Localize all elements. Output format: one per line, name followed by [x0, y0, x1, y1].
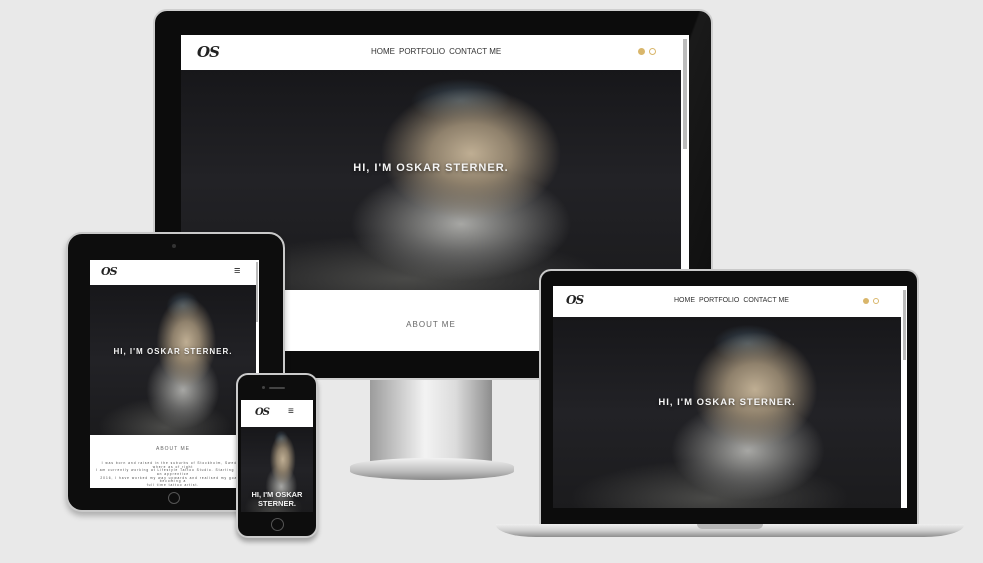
phone-screen: OS ≡ HI, I'M OSKAR STERNER.: [241, 400, 313, 512]
nav-contact-link[interactable]: CONTACT ME: [743, 297, 789, 304]
monitor-base: [350, 458, 514, 480]
tablet-scrollbar[interactable]: [256, 262, 258, 322]
hero-title: HI, I'M OSKAR STERNER.: [658, 397, 796, 408]
hero-image: HI, I'M OSKAR STERNER.: [90, 285, 256, 435]
nav-portfolio-link[interactable]: PORTFOLIO: [699, 297, 739, 304]
hero-title: HI, I'M OSKAR STERNER.: [353, 162, 509, 174]
instagram-icon[interactable]: [873, 298, 879, 304]
tablet-navbar: OS ≡: [90, 260, 256, 285]
site-logo[interactable]: OS: [255, 407, 270, 418]
hero-image: HI, I'M OSKAR STERNER.: [241, 427, 313, 512]
laptop-navbar: OS HOME PORTFOLIO CONTACT ME: [553, 286, 901, 317]
about-section: ABOUT ME I was born and raised in the su…: [90, 435, 256, 488]
facebook-icon[interactable]: [638, 48, 645, 55]
nav-contact-link[interactable]: CONTACT ME: [449, 47, 501, 56]
site-logo[interactable]: OS: [566, 293, 584, 307]
hero-image: HI, I'M OSKAR STERNER.: [553, 317, 901, 508]
laptop-notch: [697, 524, 763, 529]
phone-speaker: [269, 387, 285, 389]
site-logo[interactable]: OS: [101, 265, 118, 278]
nav-home-link[interactable]: HOME: [371, 47, 395, 56]
hero-title: HI, I'M OSKAR STERNER.: [251, 490, 303, 508]
tablet-camera: [172, 244, 176, 248]
about-text: I was born and raised in the suburbs of …: [95, 461, 251, 488]
site-logo[interactable]: OS: [197, 43, 220, 61]
facebook-icon[interactable]: [863, 298, 869, 304]
tablet-home-button[interactable]: [168, 492, 180, 504]
monitor-stand: [370, 380, 492, 462]
nav-portfolio-link[interactable]: PORTFOLIO: [399, 47, 445, 56]
phone-camera: [262, 386, 265, 389]
laptop-screen: OS HOME PORTFOLIO CONTACT ME HI, I'M OSK…: [553, 286, 907, 508]
tablet-screen: OS ≡ HI, I'M OSKAR STERNER. ABOUT ME I w…: [90, 260, 259, 488]
phone-home-button[interactable]: [271, 518, 284, 531]
laptop-scrollbar[interactable]: [903, 290, 906, 360]
nav-home-link[interactable]: HOME: [674, 297, 695, 304]
hamburger-menu-icon[interactable]: ≡: [234, 265, 240, 277]
about-heading: ABOUT ME: [155, 446, 191, 452]
phone-navbar: OS ≡: [241, 400, 313, 427]
hamburger-menu-icon[interactable]: ≡: [288, 406, 294, 417]
desktop-scrollbar[interactable]: [683, 39, 687, 149]
instagram-icon[interactable]: [649, 48, 656, 55]
hero-title: HI, I'M OSKAR STERNER.: [113, 347, 233, 356]
desktop-navbar: OS HOME PORTFOLIO CONTACT ME: [181, 35, 681, 70]
